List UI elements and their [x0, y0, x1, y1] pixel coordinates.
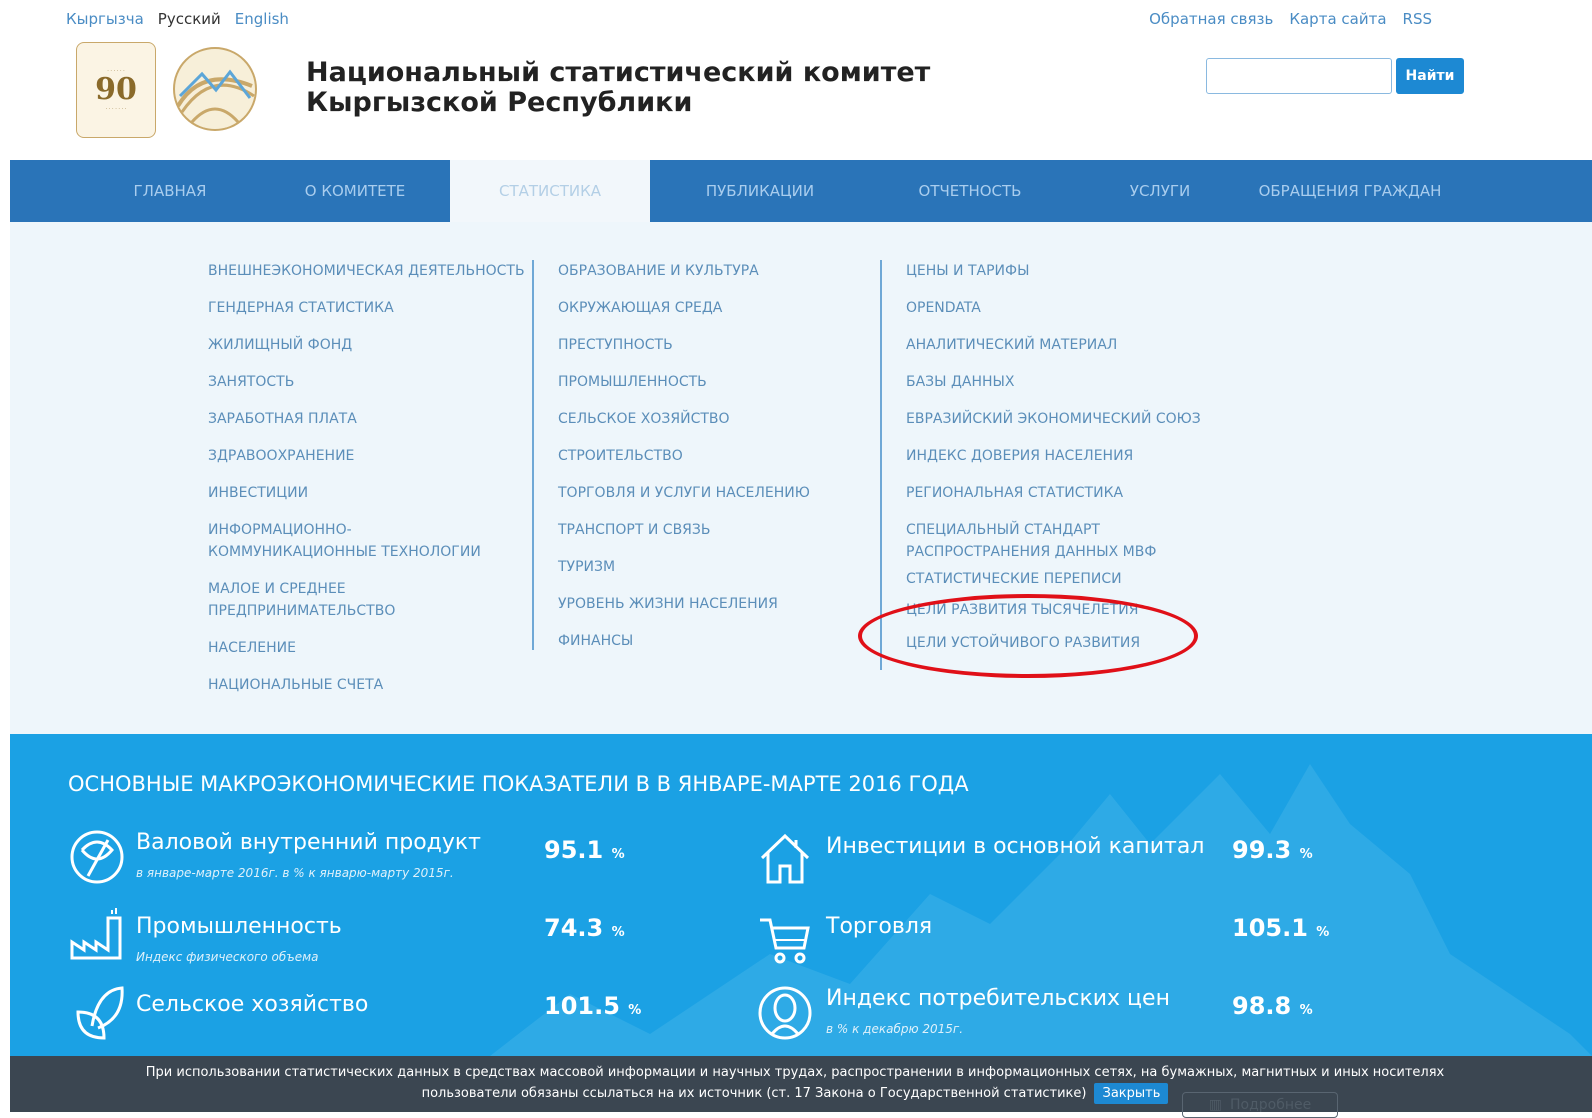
indicator-name: Валовой внутренний продукт [136, 830, 481, 855]
red-annotation-ellipse [858, 594, 1198, 678]
menu-item[interactable]: СТАТИСТИЧЕСКИЕ ПЕРЕПИСИ [906, 568, 1216, 590]
column-divider [532, 260, 534, 650]
gdp-leaf-icon [70, 830, 124, 884]
indicator-name: Индекс потребительских цен [826, 986, 1170, 1011]
menu-column-1: ВНЕШНЕЭКОНОМИЧЕСКАЯ ДЕЯТЕЛЬНОСТЬ ГЕНДЕРН… [208, 260, 528, 711]
menu-item[interactable]: НАЦИОНАЛЬНЫЕ СЧЕТА [208, 674, 528, 696]
lang-english[interactable]: English [235, 10, 289, 28]
menu-item[interactable]: ЗАНЯТОСТЬ [208, 371, 528, 393]
indicator-subtitle: в % к декабрю 2015г. [826, 1022, 964, 1036]
menu-item[interactable]: СПЕЦИАЛЬНЫЙ СТАНДАРТ РАСПРОСТРАНЕНИЯ ДАН… [906, 519, 1166, 563]
indicator-value: 95.1 % [544, 836, 625, 864]
menu-column-2: ОБРАЗОВАНИЕ И КУЛЬТУРА ОКРУЖАЮЩАЯ СРЕДА … [558, 260, 858, 667]
nav-publications[interactable]: ПУБЛИКАЦИИ [680, 160, 840, 222]
menu-item[interactable]: OPENDATA [906, 297, 1216, 319]
rss-link[interactable]: RSS [1403, 10, 1432, 28]
site-title-line2: Кыргызской Республики [306, 87, 693, 118]
indicator-value: 105.1 % [1232, 914, 1330, 942]
lang-kyrgyz[interactable]: Кыргызча [66, 10, 144, 28]
person-icon [758, 986, 812, 1040]
nav-reporting[interactable]: ОТЧЕТНОСТЬ [890, 160, 1050, 222]
indicator-value: 101.5 % [544, 992, 642, 1020]
logo-small-text-2: · · · · · · · [105, 106, 127, 112]
menu-item[interactable]: ИНВЕСТИЦИИ [208, 482, 528, 504]
close-button[interactable]: Закрыть [1094, 1083, 1169, 1104]
menu-item[interactable]: ЗАРАБОТНАЯ ПЛАТА [208, 408, 528, 430]
menu-item[interactable]: ЗДРАВООХРАНЕНИЕ [208, 445, 528, 467]
nav-home[interactable]: ГЛАВНАЯ [110, 160, 230, 222]
menu-item[interactable]: СЕЛЬСКОЕ ХОЗЯЙСТВО [558, 408, 858, 430]
indicator-value: 99.3 % [1232, 836, 1313, 864]
top-links: Обратная связь Карта сайта RSS [1149, 10, 1432, 28]
indicator-value: 74.3 % [544, 914, 625, 942]
nav-about[interactable]: О КОМИТЕТЕ [280, 160, 430, 222]
statistics-dropdown-menu: ВНЕШНЕЭКОНОМИЧЕСКАЯ ДЕЯТЕЛЬНОСТЬ ГЕНДЕРН… [10, 222, 1592, 734]
menu-item[interactable]: СТРОИТЕЛЬСТВО [558, 445, 858, 467]
factory-icon [70, 908, 122, 960]
logo-number: 90 [95, 72, 137, 107]
more-button[interactable]: ▥ Подробнее [1182, 1092, 1338, 1118]
menu-item[interactable]: ИНДЕКС ДОВЕРИЯ НАСЕЛЕНИЯ [906, 445, 1216, 467]
language-switcher: Кыргызча Русский English [66, 10, 289, 28]
statkg-emblem-logo[interactable] [172, 46, 258, 132]
menu-item[interactable]: ИНФОРМАЦИОННО-КОММУНИКАЦИОННЫЕ ТЕХНОЛОГИ… [208, 519, 488, 563]
menu-item[interactable]: ТРАНСПОРТ И СВЯЗЬ [558, 519, 858, 541]
menu-item[interactable]: ЕВРАЗИЙСКИЙ ЭКОНОМИЧЕСКИЙ СОЮЗ [906, 408, 1216, 430]
cookie-notice: При использовании статистических данных … [10, 1056, 1592, 1118]
nav-statistics[interactable]: СТАТИСТИКА [450, 160, 650, 222]
indicator-name: Инвестиции в основной капитал [826, 834, 1205, 859]
menu-item[interactable]: РЕГИОНАЛЬНАЯ СТАТИСТИКА [906, 482, 1216, 504]
menu-item[interactable]: ТОРГОВЛЯ И УСЛУГИ НАСЕЛЕНИЮ [558, 482, 858, 504]
site-title-line1: Национальный статистический комитет [306, 57, 931, 88]
nav-citizen-appeals[interactable]: ОБРАЩЕНИЯ ГРАЖДАН [1230, 160, 1470, 222]
menu-item[interactable]: МАЛОЕ И СРЕДНЕЕ ПРЕДПРИНИМАТЕЛЬСТВО [208, 578, 438, 622]
indicator-name: Сельское хозяйство [136, 992, 369, 1017]
menu-item[interactable]: ЦЕНЫ И ТАРИФЫ [906, 260, 1216, 282]
menu-item[interactable]: НАСЕЛЕНИЕ [208, 637, 528, 659]
nav-services[interactable]: УСЛУГИ [1090, 160, 1230, 222]
indicator-value: 98.8 % [1232, 992, 1313, 1020]
menu-item[interactable]: БАЗЫ ДАННЫХ [906, 371, 1216, 393]
document-icon: ▥ [1208, 1097, 1222, 1113]
menu-item[interactable]: УРОВЕНЬ ЖИЗНИ НАСЕЛЕНИЯ [558, 593, 858, 615]
menu-item[interactable]: ТУРИЗМ [558, 556, 858, 578]
sprout-icon [76, 986, 124, 1040]
search-input[interactable] [1206, 58, 1392, 94]
column-divider [880, 260, 882, 670]
house-icon [760, 833, 810, 884]
main-nav: ГЛАВНАЯ О КОМИТЕТЕ СТАТИСТИКА ПУБЛИКАЦИИ… [10, 160, 1592, 222]
menu-item[interactable]: ОКРУЖАЮЩАЯ СРЕДА [558, 297, 858, 319]
indicator-name: Торговля [826, 914, 933, 939]
menu-item[interactable]: ПРОМЫШЛЕННОСТЬ [558, 371, 858, 393]
anniversary-90-logo[interactable]: · · · · · · 90 · · · · · · · [76, 42, 156, 138]
menu-item[interactable]: ПРЕСТУПНОСТЬ [558, 334, 858, 356]
menu-item[interactable]: ЖИЛИЩНЫЙ ФОНД [208, 334, 528, 356]
more-button-label: Подробнее [1229, 1097, 1312, 1113]
menu-item[interactable]: ФИНАНСЫ [558, 630, 858, 652]
menu-item[interactable]: ГЕНДЕРНАЯ СТАТИСТИКА [208, 297, 528, 319]
cart-icon [760, 918, 810, 964]
menu-item[interactable]: ОБРАЗОВАНИЕ И КУЛЬТУРА [558, 260, 858, 282]
indicator-subtitle: в январе-марте 2016г. в % к январю-марту… [136, 866, 454, 880]
indicator-name: Промышленность [136, 914, 342, 939]
feedback-link[interactable]: Обратная связь [1149, 10, 1273, 28]
menu-item[interactable]: АНАЛИТИЧЕСКИЙ МАТЕРИАЛ [906, 334, 1216, 356]
indicator-subtitle: Индекс физического объема [136, 950, 319, 964]
search-button[interactable]: Найти [1396, 58, 1464, 94]
sitemap-link[interactable]: Карта сайта [1289, 10, 1386, 28]
site-title: Национальный статистический комитет Кырг… [306, 58, 930, 118]
macro-indicators-section: ОСНОВНЫЕ МАКРОЭКОНОМИЧЕСКИЕ ПОКАЗАТЕЛИ В… [10, 734, 1592, 1056]
lang-russian[interactable]: Русский [158, 10, 221, 28]
menu-item[interactable]: ВНЕШНЕЭКОНОМИЧЕСКАЯ ДЕЯТЕЛЬНОСТЬ [208, 260, 528, 282]
stats-title: ОСНОВНЫЕ МАКРОЭКОНОМИЧЕСКИЕ ПОКАЗАТЕЛИ В… [68, 772, 969, 796]
